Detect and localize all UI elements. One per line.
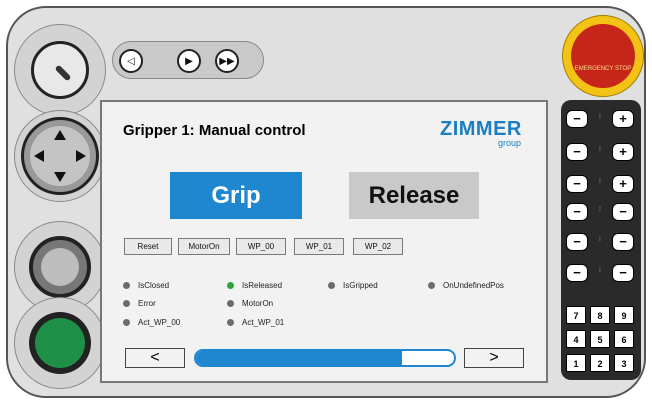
- status-error: Error: [123, 299, 156, 308]
- arrow-up-icon[interactable]: [54, 130, 66, 140]
- numpad-key-6[interactable]: 6: [614, 330, 634, 348]
- arrow-right-icon[interactable]: [76, 150, 86, 162]
- emergency-stop-button[interactable]: EMERGENCY STOP: [562, 15, 644, 97]
- reset-button[interactable]: Reset: [124, 238, 172, 255]
- status-label: IsGripped: [343, 281, 378, 290]
- axis-marker-1: ⁞: [599, 114, 601, 120]
- jog-dial-ring: [21, 117, 99, 195]
- numpad-key-7[interactable]: 7: [566, 306, 586, 324]
- numpad-key-4[interactable]: 4: [566, 330, 586, 348]
- page-title: Gripper 1: Manual control: [123, 122, 306, 139]
- jog-minus-key-6[interactable]: −: [566, 264, 588, 282]
- numpad-key-9[interactable]: 9: [614, 306, 634, 324]
- motor-on-button[interactable]: MotorOn: [178, 238, 230, 255]
- emergency-stop-mushroom: [571, 24, 635, 88]
- axis-marker-6: ⁞: [599, 268, 601, 274]
- jog-plus-key-4[interactable]: −: [612, 203, 634, 221]
- status-label: IsReleased: [242, 281, 283, 290]
- axis-marker-5: ⁞: [599, 237, 601, 243]
- numpad-key-2[interactable]: 2: [590, 354, 610, 372]
- jog-minus-key-4[interactable]: −: [566, 203, 588, 221]
- status-led-icon: [227, 282, 234, 289]
- status-led-icon: [123, 319, 130, 326]
- jog-plus-key-5[interactable]: −: [612, 233, 634, 251]
- next-page-button[interactable]: >: [464, 348, 524, 368]
- wp-00-button[interactable]: WP_00: [236, 238, 286, 255]
- status-is-closed: IsClosed: [123, 281, 169, 290]
- status-label: Act_WP_00: [138, 318, 181, 327]
- status-act-wp-00: Act_WP_00: [123, 318, 180, 327]
- jog-minus-key-2[interactable]: −: [566, 143, 588, 161]
- grey-button-cap: [41, 248, 79, 286]
- key-switch-face: [31, 41, 89, 99]
- jog-plus-key-3[interactable]: +: [612, 175, 634, 193]
- status-is-released: IsReleased: [227, 281, 282, 290]
- fast-forward-button[interactable]: ▶▶: [215, 49, 239, 73]
- media-control-strip: ◁ ▶ ▶▶: [112, 41, 264, 79]
- numpad-key-3[interactable]: 3: [614, 354, 634, 372]
- jog-plus-key-2[interactable]: +: [612, 143, 634, 161]
- status-led-icon: [328, 282, 335, 289]
- status-led-icon: [428, 282, 435, 289]
- jog-minus-key-3[interactable]: −: [566, 175, 588, 193]
- progress-bar: [194, 349, 456, 367]
- green-push-button[interactable]: [14, 297, 106, 389]
- arrow-left-icon[interactable]: [34, 150, 44, 162]
- numpad-key-1[interactable]: 1: [566, 354, 586, 372]
- axis-marker-4: ⁞: [599, 207, 601, 213]
- key-icon: [54, 64, 72, 82]
- green-button-cap: [35, 318, 85, 368]
- axis-marker-2: ⁞: [599, 147, 601, 153]
- brand-logo-sub: group: [498, 138, 522, 148]
- status-led-icon: [227, 319, 234, 326]
- jog-dial[interactable]: [14, 110, 106, 202]
- key-switch[interactable]: [14, 24, 106, 116]
- status-on-undefined-pos: OnUndefinedPos: [428, 281, 504, 290]
- status-label: OnUndefinedPos: [443, 281, 504, 290]
- jog-dial-pad: [30, 126, 90, 186]
- status-led-icon: [123, 282, 130, 289]
- status-act-wp-01: Act_WP_01: [227, 318, 284, 327]
- status-label: Act_WP_01: [242, 318, 285, 327]
- status-label: MotorOn: [242, 299, 274, 308]
- status-led-icon: [227, 300, 234, 307]
- arrow-down-icon[interactable]: [54, 172, 66, 182]
- numpad-key-5[interactable]: 5: [590, 330, 610, 348]
- status-led-icon: [123, 300, 130, 307]
- status-label: IsClosed: [138, 281, 170, 290]
- emergency-stop-label: EMERGENCY STOP: [574, 66, 632, 72]
- status-label: Error: [138, 299, 156, 308]
- release-button[interactable]: Release: [349, 172, 479, 219]
- status-is-gripped: IsGripped: [328, 281, 378, 290]
- grey-button-bezel: [29, 236, 91, 298]
- back-button[interactable]: ◁: [119, 49, 143, 73]
- wp-01-button[interactable]: WP_01: [294, 238, 344, 255]
- jog-key-panel: − ⁞ + − ⁞ + − ⁞ + − ⁞ − − ⁞ − − ⁞ − 7 8 …: [561, 100, 641, 380]
- status-motor-on: MotorOn: [227, 299, 273, 308]
- wp-02-button[interactable]: WP_02: [353, 238, 403, 255]
- numpad-key-8[interactable]: 8: [590, 306, 610, 324]
- play-button[interactable]: ▶: [177, 49, 201, 73]
- jog-minus-key-1[interactable]: −: [566, 110, 588, 128]
- jog-plus-key-6[interactable]: −: [612, 264, 634, 282]
- hmi-screen: Gripper 1: Manual control ZIMMER group G…: [100, 100, 548, 383]
- grip-button[interactable]: Grip: [170, 172, 302, 219]
- progress-fill: [196, 351, 403, 365]
- jog-plus-key-1[interactable]: +: [612, 110, 634, 128]
- axis-marker-3: ⁞: [599, 179, 601, 185]
- green-button-bezel: [29, 312, 91, 374]
- prev-page-button[interactable]: <: [125, 348, 185, 368]
- jog-minus-key-5[interactable]: −: [566, 233, 588, 251]
